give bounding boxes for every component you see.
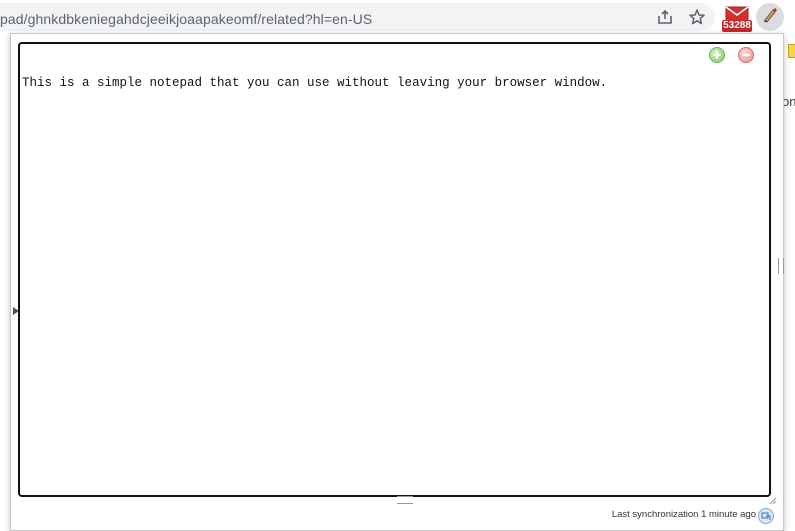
horizontal-resize-grip[interactable] bbox=[397, 496, 413, 504]
share-icon[interactable] bbox=[654, 6, 676, 28]
address-bar[interactable]: pad/ghnkdbkeniegahdcjeeikjoaapakeomf/rel… bbox=[0, 3, 715, 31]
notepad-popup: This is a simple notepad that you can us… bbox=[10, 33, 784, 531]
note-content[interactable]: This is a simple notepad that you can us… bbox=[22, 76, 607, 90]
notepad-extension-icon bbox=[761, 6, 779, 29]
resize-corner-icon[interactable] bbox=[767, 492, 777, 505]
url-text[interactable]: pad/ghnkdbkeniegahdcjeeikjoaapakeomf/rel… bbox=[0, 11, 372, 27]
bookmark-star-icon[interactable] bbox=[686, 6, 708, 28]
browser-toolbar: pad/ghnkdbkeniegahdcjeeikjoaapakeomf/rel… bbox=[0, 0, 795, 34]
background-page-note-icon bbox=[788, 44, 795, 58]
vertical-resize-grip[interactable] bbox=[778, 258, 784, 274]
mail-extension-button[interactable]: 53288 bbox=[722, 6, 752, 32]
sync-status-text: Last synchronization 1 minute ago bbox=[611, 509, 756, 520]
notepad-editor[interactable]: This is a simple notepad that you can us… bbox=[18, 42, 784, 497]
sync-icon[interactable] bbox=[758, 508, 774, 524]
remove-note-icon[interactable] bbox=[738, 47, 754, 63]
screen: pad/ghnkdbkeniegahdcjeeikjoaapakeomf/rel… bbox=[0, 0, 795, 531]
add-note-icon[interactable] bbox=[709, 47, 725, 63]
status-bar: Last synchronization 1 minute ago bbox=[11, 506, 783, 528]
mail-unread-badge: 53288 bbox=[722, 20, 752, 32]
notepad-extension-button[interactable] bbox=[756, 3, 784, 31]
